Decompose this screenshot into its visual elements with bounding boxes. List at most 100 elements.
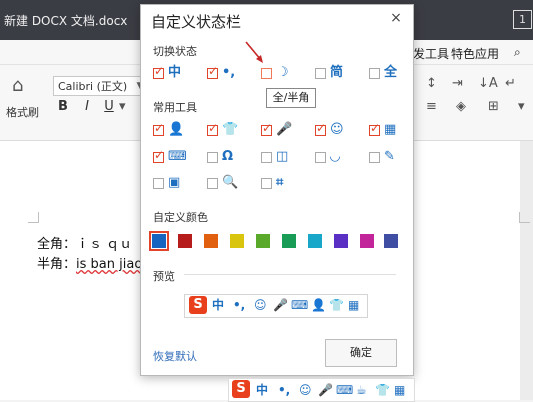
skin-icon: 👕 <box>222 122 239 137</box>
emoji-icon[interactable]: ☺ <box>299 383 312 397</box>
user-icon: 👤 <box>311 298 326 312</box>
toolbox-icon[interactable]: ▦ <box>394 383 405 397</box>
italic-button[interactable]: I <box>79 99 95 115</box>
checkbox-screenshot[interactable] <box>153 178 164 189</box>
microphone-icon[interactable]: 🎤 <box>318 383 333 397</box>
checkbox-user[interactable] <box>153 121 164 136</box>
checkbox-symbol[interactable] <box>207 152 218 163</box>
keyboard-icon: ⌨ <box>168 149 187 164</box>
checkbox-full-shape[interactable] <box>369 68 380 79</box>
microphone-icon: 🎤 <box>276 122 293 137</box>
fullwidth-label: 全角： <box>37 237 77 252</box>
menu-developer-tools[interactable]: 发工具 <box>413 45 449 62</box>
margin-corner-mark <box>519 212 530 223</box>
color-swatch-6[interactable] <box>282 234 296 248</box>
format-painter-icon[interactable]: ⌂ <box>12 75 23 96</box>
color-swatch-4[interactable] <box>230 234 244 248</box>
underline-button[interactable]: U <box>101 99 117 115</box>
sogou-logo-icon: S <box>189 296 207 314</box>
checkbox-microphone[interactable] <box>261 121 272 136</box>
half-width-moon-icon: ☽ <box>277 65 289 80</box>
checkbox-simplified[interactable] <box>315 68 326 79</box>
clipboard-icon: ◫ <box>276 149 289 164</box>
skin-icon: 👕 <box>329 298 344 312</box>
checkbox-punctuation[interactable] <box>207 64 218 79</box>
simplified-icon: 简 <box>330 65 344 80</box>
face-icon: ◡ <box>330 149 340 164</box>
skin-icon[interactable]: 👕 <box>375 383 390 397</box>
checkbox-chinese-mode[interactable] <box>153 64 164 79</box>
section-preview-title: 预览 <box>153 270 175 283</box>
close-icon[interactable]: × <box>388 10 404 26</box>
punctuation-icon: •, <box>222 65 236 80</box>
color-swatch-5[interactable] <box>256 234 270 248</box>
color-swatch-3[interactable] <box>204 234 218 248</box>
document-tab-title[interactable]: 新建 DOCX 文档.docx <box>4 12 127 29</box>
show-marks-icon[interactable]: ↵ <box>505 76 516 92</box>
search-icon[interactable]: ⌕ <box>514 45 521 60</box>
ok-button[interactable]: 确定 <box>325 339 397 367</box>
color-swatch-10[interactable] <box>384 234 398 248</box>
checkbox-half-width[interactable] <box>261 68 272 79</box>
align-right-icon[interactable]: ≡ <box>426 99 437 115</box>
checkbox-search[interactable] <box>207 178 218 189</box>
toolbox-icon: ▦ <box>384 122 397 137</box>
symbol-icon: Ω <box>222 149 234 164</box>
sogou-logo-icon[interactable]: S <box>232 380 250 398</box>
fill-color-icon[interactable]: ◈ <box>456 99 466 115</box>
checkbox-pen[interactable] <box>369 152 380 163</box>
format-painter-label[interactable]: 格式刷 <box>6 104 39 120</box>
annotation-arrow-icon <box>245 41 263 63</box>
line-spacing-icon[interactable]: ↕ <box>426 76 437 92</box>
checkbox-crop[interactable] <box>261 178 272 189</box>
checkbox-emoji[interactable] <box>315 121 326 136</box>
menu-special-apps[interactable]: 特色应用 <box>451 45 499 62</box>
document-line-fullwidth: 全角：ｉｓ ｑｕ <box>37 233 132 252</box>
screenshot-icon: ▣ <box>168 175 181 190</box>
window-restore-button[interactable]: 1 <box>513 10 532 29</box>
checkbox-clipboard[interactable] <box>261 152 272 163</box>
section-switch-title: 切换状态 <box>153 45 197 58</box>
cup-icon[interactable]: ☕ <box>356 383 367 397</box>
punctuation-icon[interactable]: •, <box>278 383 290 397</box>
chinese-mode-icon[interactable]: 中 <box>256 383 268 397</box>
more-icon[interactable]: ▾ <box>518 99 525 115</box>
dialog-title: 自定义状态栏 <box>151 13 242 31</box>
section-tools-title: 常用工具 <box>153 101 197 114</box>
checkbox-skin[interactable] <box>207 121 218 136</box>
halfwidth-text: is ban jiao <box>76 257 143 272</box>
keyboard-icon[interactable]: ⌨ <box>336 383 353 397</box>
color-swatch-1[interactable] <box>149 231 169 251</box>
user-icon: 👤 <box>168 122 185 137</box>
keyboard-icon: ⌨ <box>291 298 309 312</box>
restore-default-link[interactable]: 恢复默认 <box>153 348 197 364</box>
punctuation-icon: •, <box>233 298 246 312</box>
search-icon: 🔍 <box>222 175 239 190</box>
crop-icon: ⌗ <box>276 175 284 190</box>
color-swatch-8[interactable] <box>334 234 348 248</box>
color-swatch-2[interactable] <box>178 234 192 248</box>
borders-icon[interactable]: ⊞ <box>488 99 499 115</box>
toolbox-icon: ▦ <box>348 298 360 312</box>
chinese-mode-icon: 中 <box>212 298 225 312</box>
margin-corner-mark <box>28 212 39 223</box>
color-swatch-7[interactable] <box>308 234 322 248</box>
full-shape-icon: 全 <box>384 65 398 80</box>
halfwidth-label: 半角： <box>37 257 77 272</box>
underline-style-dropdown-icon[interactable]: ▾ <box>119 99 126 115</box>
indent-icon[interactable]: ⇥ <box>452 76 463 92</box>
sort-icon[interactable]: ↓A <box>478 76 498 92</box>
section-colors-title: 自定义颜色 <box>153 211 208 224</box>
chinese-mode-icon: 中 <box>168 65 182 80</box>
checkbox-toolbox[interactable] <box>369 121 380 136</box>
checkbox-keyboard[interactable] <box>153 148 164 163</box>
microphone-icon: 🎤 <box>273 298 288 312</box>
checkbox-face[interactable] <box>315 152 326 163</box>
emoji-icon: ☺ <box>330 122 344 137</box>
customize-statusbar-dialog <box>140 4 414 376</box>
divider <box>184 274 396 275</box>
pen-icon: ✎ <box>384 149 395 164</box>
color-swatch-9[interactable] <box>360 234 374 248</box>
document-line-halfwidth: 半角：is ban jiao <box>37 253 142 272</box>
bold-button[interactable]: B <box>55 99 71 115</box>
